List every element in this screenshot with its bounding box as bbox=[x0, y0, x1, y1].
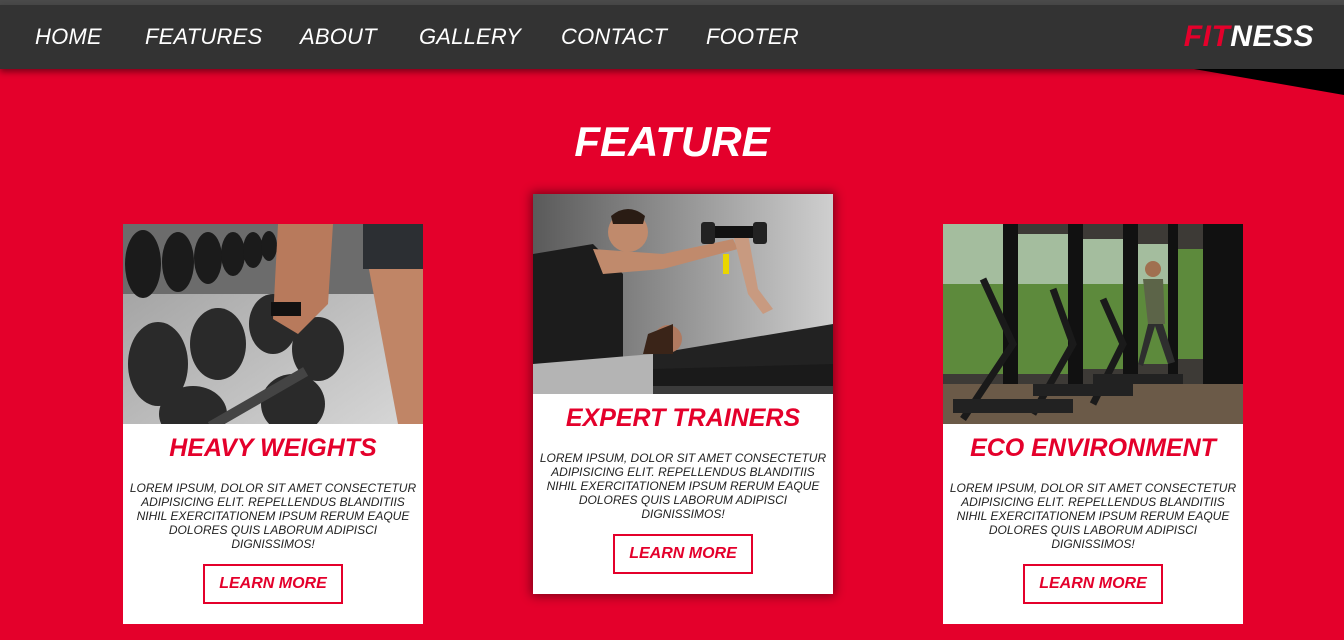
logo-red-part: FIT bbox=[1183, 20, 1231, 53]
card-title: HEAVY WEIGHTS bbox=[169, 434, 377, 462]
treadmill-gym-windows-photo bbox=[943, 224, 1243, 424]
learn-more-button[interactable]: LEARN MORE bbox=[1023, 564, 1163, 604]
card-description: LOREM IPSUM, DOLOR SIT AMET CONSECTETUR … bbox=[539, 451, 827, 521]
card-title: EXPERT TRAINERS bbox=[565, 404, 801, 432]
learn-more-button[interactable]: LEARN MORE bbox=[203, 564, 343, 604]
card-title: ECO ENVIRONMENT bbox=[970, 434, 1216, 462]
trainer-spotting-bench-press-photo bbox=[533, 194, 833, 394]
nav-about-link[interactable]: ABOUT bbox=[300, 24, 377, 50]
brand-logo[interactable]: FITNESS bbox=[1184, 20, 1314, 54]
feature-card-expert-trainers: EXPERT TRAINERS LOREM IPSUM, DOLOR SIT A… bbox=[533, 194, 833, 594]
top-navbar: HOME FEATURES ABOUT GALLERY CONTACT FOOT… bbox=[0, 5, 1344, 69]
navbar-corner-wedge bbox=[1194, 69, 1344, 95]
feature-card-eco-environment: ECO ENVIRONMENT LOREM IPSUM, DOLOR SIT A… bbox=[943, 224, 1243, 624]
nav-gallery-link[interactable]: GALLERY bbox=[419, 24, 521, 50]
nav-footer-link[interactable]: FOOTER bbox=[706, 24, 799, 50]
section-title: FEATURE bbox=[574, 118, 770, 165]
dumbbell-rack-photo bbox=[123, 224, 423, 424]
logo-white-part: NESS bbox=[1230, 20, 1314, 53]
feature-card-heavy-weights: HEAVY WEIGHTS LOREM IPSUM, DOLOR SIT AME… bbox=[123, 224, 423, 624]
card-description: LOREM IPSUM, DOLOR SIT AMET CONSECTETUR … bbox=[129, 481, 417, 551]
nav-home-link[interactable]: HOME bbox=[35, 24, 102, 50]
nav-features-link[interactable]: FEATURES bbox=[145, 24, 262, 50]
card-description: LOREM IPSUM, DOLOR SIT AMET CONSECTETUR … bbox=[949, 481, 1237, 551]
nav-contact-link[interactable]: CONTACT bbox=[561, 24, 667, 50]
learn-more-button[interactable]: LEARN MORE bbox=[613, 534, 753, 574]
